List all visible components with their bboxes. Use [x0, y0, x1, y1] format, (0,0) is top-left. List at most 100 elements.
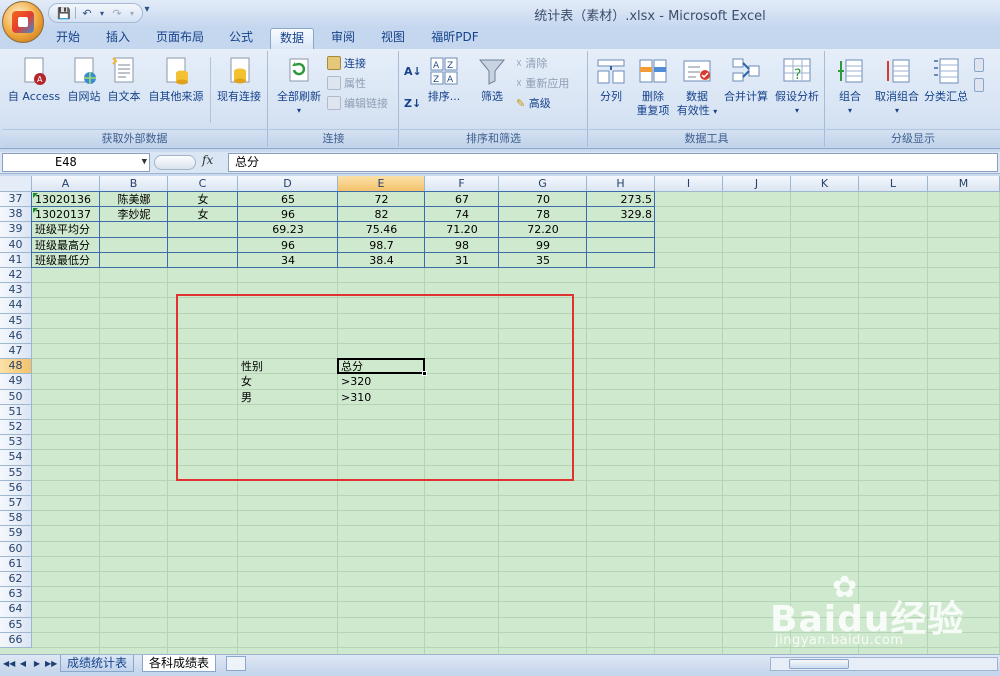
cell-f37[interactable]: 67	[425, 192, 499, 207]
row-header-61[interactable]: 61	[0, 556, 32, 572]
cell-d39[interactable]: 69.23	[238, 222, 338, 237]
cell-h39[interactable]	[587, 222, 655, 237]
column-header-a[interactable]: A	[32, 176, 100, 192]
column-header-k[interactable]: K	[791, 176, 859, 192]
ungroup-button[interactable]: 取消组合 ▾	[872, 55, 922, 118]
row-header-48[interactable]: 48	[0, 359, 32, 375]
cell-h38[interactable]: 329.8	[587, 207, 655, 222]
sheet-tab-subject-scores[interactable]: 各科成绩表	[142, 655, 217, 672]
tab-formulas[interactable]: 公式	[220, 28, 262, 49]
sort-ascending-button[interactable]: A↓	[404, 63, 422, 81]
column-header-j[interactable]: J	[723, 176, 791, 192]
hide-detail-button[interactable]	[974, 77, 987, 95]
filter-button[interactable]: 筛选	[472, 55, 512, 104]
column-header-i[interactable]: I	[655, 176, 723, 192]
previous-sheet-icon[interactable]: ◀	[17, 657, 29, 670]
connections-button[interactable]: 连接	[327, 55, 366, 73]
cell-g38[interactable]: 78	[499, 207, 587, 222]
column-header-g[interactable]: G	[499, 176, 587, 192]
cell-b40[interactable]	[100, 238, 168, 253]
properties-button[interactable]: 属性	[327, 75, 366, 93]
horizontal-scrollbar[interactable]	[770, 657, 998, 671]
row-header-59[interactable]: 59	[0, 526, 32, 542]
row-header-62[interactable]: 62	[0, 572, 32, 588]
row-header-46[interactable]: 46	[0, 328, 32, 344]
cell-d37[interactable]: 65	[238, 192, 338, 207]
row-header-56[interactable]: 56	[0, 480, 32, 496]
row-header-43[interactable]: 43	[0, 283, 32, 299]
from-access-button[interactable]: A 自 Access	[6, 55, 62, 104]
from-other-sources-button[interactable]: 自其他来源	[144, 55, 208, 104]
cell-c39[interactable]	[168, 222, 238, 237]
cell-b37[interactable]: 陈美娜	[100, 192, 168, 207]
cell-e41[interactable]: 38.4	[338, 253, 425, 268]
cell-f39[interactable]: 71.20	[425, 222, 499, 237]
name-box-dropdown-icon[interactable]: ▼	[142, 154, 147, 171]
cell-d41[interactable]: 34	[238, 253, 338, 268]
column-header-m[interactable]: M	[928, 176, 1000, 192]
insert-sheet-icon[interactable]	[226, 656, 246, 671]
cell-c38[interactable]: 女	[168, 207, 238, 222]
clear-filter-button[interactable]: ☓ 清除	[516, 55, 547, 73]
cell-a40[interactable]: 班级最高分	[32, 238, 100, 253]
row-header-64[interactable]: 64	[0, 602, 32, 618]
cell-d40[interactable]: 96	[238, 238, 338, 253]
cell-e39[interactable]: 75.46	[338, 222, 425, 237]
row-header-60[interactable]: 60	[0, 541, 32, 557]
cell-g39[interactable]: 72.20	[499, 222, 587, 237]
text-to-columns-button[interactable]: 分列	[591, 55, 631, 104]
tab-view[interactable]: 视图	[372, 28, 414, 49]
cell-h40[interactable]	[587, 238, 655, 253]
sort-descending-button[interactable]: Z↓	[404, 95, 421, 113]
column-header-c[interactable]: C	[168, 176, 238, 192]
subtotal-button[interactable]: 分类汇总	[922, 55, 970, 104]
row-header-65[interactable]: 65	[0, 617, 32, 633]
row-header-45[interactable]: 45	[0, 313, 32, 329]
row-header-47[interactable]: 47	[0, 344, 32, 360]
consolidate-button[interactable]: 合并计算	[721, 55, 771, 104]
office-button[interactable]	[2, 1, 44, 43]
row-header-66[interactable]: 66	[0, 632, 32, 648]
cell-g37[interactable]: 70	[499, 192, 587, 207]
cell-f38[interactable]: 74	[425, 207, 499, 222]
row-header-53[interactable]: 53	[0, 435, 32, 451]
column-header-d[interactable]: D	[238, 176, 338, 192]
cell-a41[interactable]: 班级最低分	[32, 253, 100, 268]
formula-input[interactable]: 总分	[228, 153, 998, 172]
next-sheet-icon[interactable]: ▶	[31, 657, 43, 670]
row-header-52[interactable]: 52	[0, 420, 32, 436]
column-header-h[interactable]: H	[587, 176, 655, 192]
cell-h37[interactable]: 273.5	[587, 192, 655, 207]
row-header-49[interactable]: 49	[0, 374, 32, 390]
row-header-51[interactable]: 51	[0, 404, 32, 420]
row-header-44[interactable]: 44	[0, 298, 32, 314]
edit-links-button[interactable]: 编辑链接	[327, 95, 388, 113]
reapply-button[interactable]: ☓ 重新应用	[516, 75, 569, 93]
row-header-38[interactable]: 38	[0, 207, 32, 223]
row-header-57[interactable]: 57	[0, 496, 32, 512]
row-header-58[interactable]: 58	[0, 511, 32, 527]
cell-h41[interactable]	[587, 253, 655, 268]
tab-home[interactable]: 开始	[47, 28, 89, 49]
first-sheet-icon[interactable]: ◀◀	[3, 657, 15, 670]
advanced-filter-button[interactable]: ✎ 高级	[516, 95, 551, 113]
tab-foxit-pdf[interactable]: 福昕PDF	[424, 28, 486, 49]
tab-page-layout[interactable]: 页面布局	[148, 28, 212, 49]
show-detail-button[interactable]	[974, 57, 987, 75]
sort-button[interactable]: AZZA 排序...	[426, 55, 462, 104]
cell-c40[interactable]	[168, 238, 238, 253]
column-header-e[interactable]: E	[338, 176, 425, 192]
sheet-tab-score-stats[interactable]: 成绩统计表	[60, 655, 135, 672]
column-header-b[interactable]: B	[100, 176, 168, 192]
refresh-all-button[interactable]: 全部刷新 ▾	[271, 55, 327, 118]
remove-duplicates-button[interactable]: 删除 重复项	[633, 55, 673, 118]
tab-review[interactable]: 审阅	[322, 28, 364, 49]
row-header-55[interactable]: 55	[0, 465, 32, 481]
cell-e40[interactable]: 98.7	[338, 238, 425, 253]
column-header-f[interactable]: F	[425, 176, 499, 192]
tab-insert[interactable]: 插入	[98, 28, 138, 49]
select-all-corner[interactable]	[0, 176, 32, 192]
row-header-40[interactable]: 40	[0, 237, 32, 253]
tab-data[interactable]: 数据	[270, 28, 314, 49]
cell-f40[interactable]: 98	[425, 238, 499, 253]
